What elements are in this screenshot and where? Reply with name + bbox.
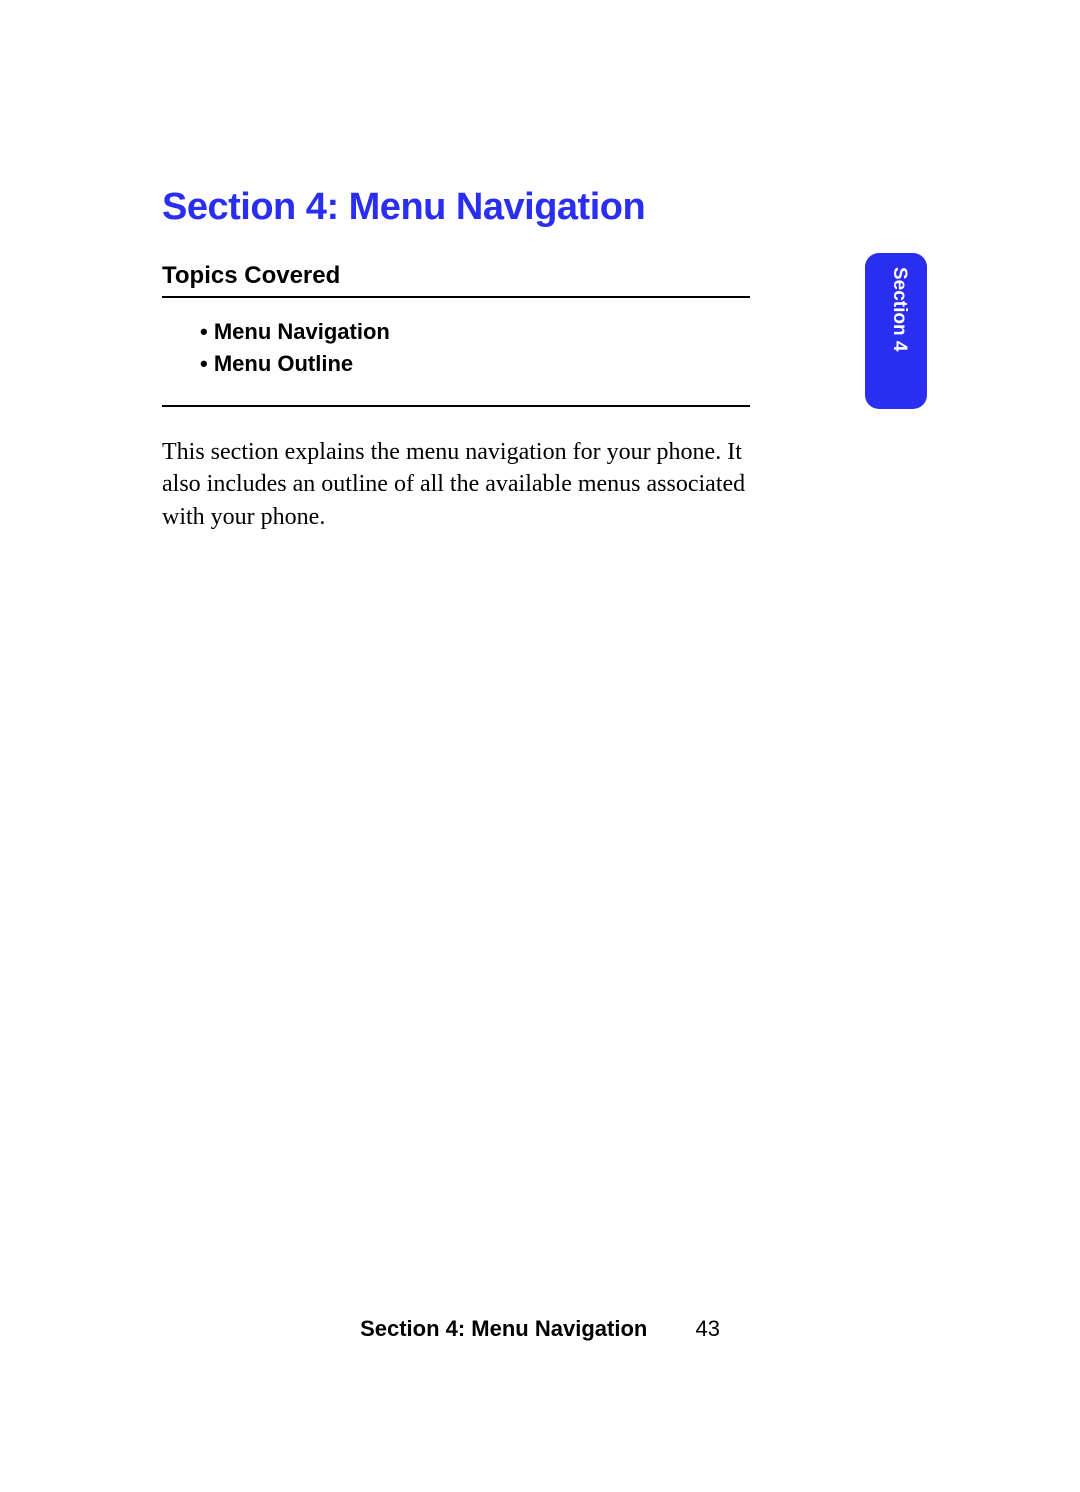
- list-item: Menu Navigation: [200, 316, 390, 348]
- document-page: Section 4: Menu Navigation Section 4 Top…: [0, 0, 1080, 1492]
- list-item: Menu Outline: [200, 348, 390, 380]
- body-paragraph: This section explains the menu navigatio…: [162, 436, 762, 533]
- divider-bottom: [162, 405, 750, 407]
- topics-heading: Topics Covered: [162, 262, 340, 290]
- section-tab: Section 4: [865, 253, 927, 409]
- page-footer: Section 4: Menu Navigation 43: [0, 1316, 1080, 1342]
- topics-list: Menu Navigation Menu Outline: [200, 316, 390, 380]
- footer-page-number: 43: [695, 1316, 719, 1342]
- footer-section-label: Section 4: Menu Navigation: [360, 1316, 647, 1341]
- section-title: Section 4: Menu Navigation: [162, 186, 645, 229]
- section-tab-label: Section 4: [888, 267, 910, 351]
- divider-top: [162, 296, 750, 298]
